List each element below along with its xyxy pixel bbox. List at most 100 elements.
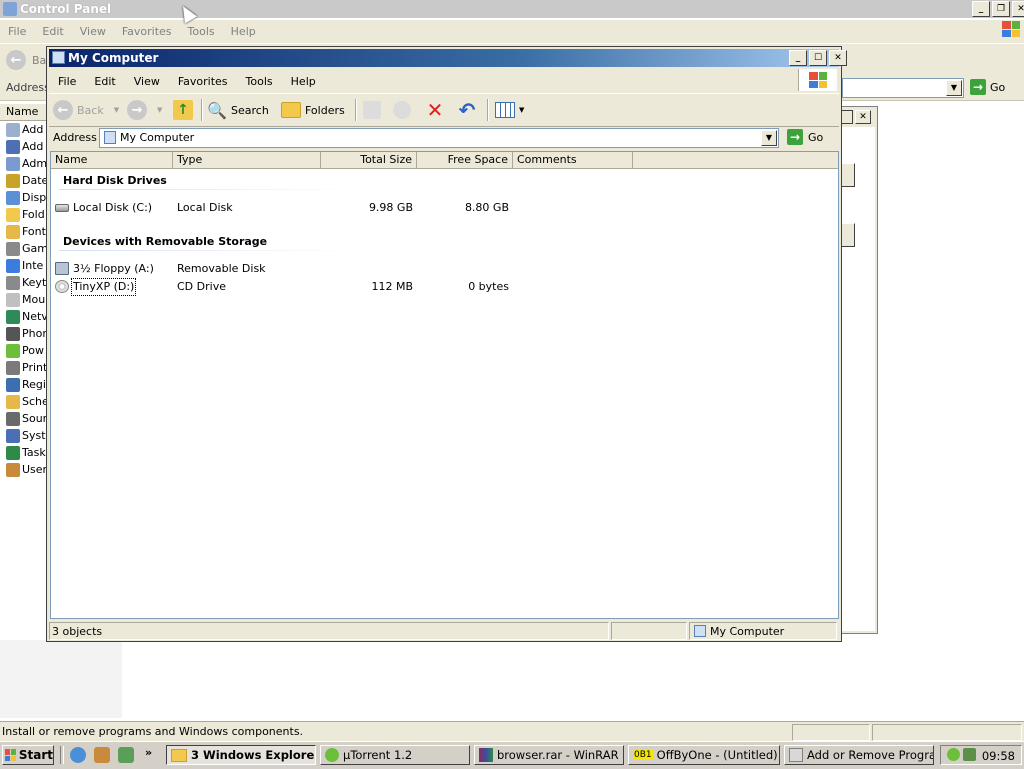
control-panel-item[interactable]: Print: [0, 359, 46, 376]
column-header-name[interactable]: Name: [51, 152, 173, 168]
close-button[interactable]: ✕: [855, 110, 871, 124]
menu-edit[interactable]: Edit: [85, 75, 124, 88]
control-panel-item[interactable]: Adm: [0, 155, 46, 172]
chevron-down-icon[interactable]: ▼: [114, 106, 119, 114]
up-folder-button[interactable]: ↑: [173, 98, 193, 122]
task-offbyone[interactable]: 0B1 OffByOne - (Untitled): [628, 745, 780, 765]
address-label: Address: [6, 81, 50, 94]
menu-edit[interactable]: Edit: [34, 25, 71, 38]
go-button[interactable]: → Go: [787, 129, 823, 145]
undo-button[interactable]: ↶: [457, 98, 477, 122]
menu-view[interactable]: View: [125, 75, 169, 88]
column-header-type[interactable]: Type: [173, 152, 321, 168]
drive-row-local-disk[interactable]: Local Disk (C:) Local Disk 9.98 GB 8.80 …: [51, 200, 838, 216]
task-windows-explorer[interactable]: 3 Windows Explorer ▼: [166, 745, 316, 765]
control-panel-item-label: Netv: [22, 310, 46, 323]
search-icon: 🔍: [207, 100, 227, 120]
move-to-button[interactable]: [363, 98, 381, 122]
go-button[interactable]: → Go: [970, 79, 1005, 95]
copy-to-button[interactable]: [393, 98, 411, 122]
restore-button[interactable]: ❐: [992, 1, 1010, 17]
drive-name: Local Disk (C:): [73, 201, 153, 214]
status-pane: [872, 724, 1022, 741]
column-header-total-size[interactable]: Total Size: [321, 152, 417, 168]
control-panel-item[interactable]: Syst: [0, 427, 46, 444]
chevron-down-icon: ▼: [519, 106, 525, 114]
minimize-button[interactable]: _: [789, 50, 807, 66]
back-button[interactable]: ← Back ▼: [53, 98, 119, 122]
address-dropdown-button[interactable]: ▼: [946, 80, 962, 96]
maximize-button[interactable]: ☐: [809, 50, 827, 66]
control-panel-item[interactable]: Fold: [0, 206, 46, 223]
back-arrow-icon[interactable]: ←: [6, 50, 26, 70]
control-panel-item[interactable]: Date: [0, 172, 46, 189]
file-list-view[interactable]: Name Type Total Size Free Space Comments…: [50, 151, 839, 619]
tools-icon[interactable]: [118, 747, 134, 763]
drive-row-cd[interactable]: TinyXP (D:) CD Drive 112 MB 0 bytes: [51, 278, 838, 296]
menu-favorites[interactable]: Favorites: [169, 75, 237, 88]
my-computer-title-bar[interactable]: My Computer _ ☐ ✕: [49, 49, 847, 67]
control-panel-item[interactable]: Add: [0, 138, 46, 155]
task-add-remove-programs[interactable]: Add or Remove Programs: [784, 745, 934, 765]
clock[interactable]: 09:58: [982, 749, 1015, 763]
status-pane: [611, 622, 687, 640]
forward-button[interactable]: → ▼: [127, 98, 162, 122]
address-field[interactable]: ▼: [842, 78, 964, 98]
back-label[interactable]: Ba: [32, 54, 46, 67]
column-header-name[interactable]: Name: [0, 104, 46, 121]
task-winrar[interactable]: browser.rar - WinRAR: [474, 745, 624, 765]
chevron-down-icon[interactable]: ▼: [157, 106, 162, 114]
control-panel-item[interactable]: Font: [0, 223, 46, 240]
delete-button[interactable]: ✕: [425, 98, 445, 122]
control-panel-item[interactable]: Disp: [0, 189, 46, 206]
utorrent-tray-icon[interactable]: [947, 748, 960, 761]
background-dialog[interactable]: ✕: [837, 106, 878, 634]
control-panel-item[interactable]: Netv: [0, 308, 46, 325]
minimize-button[interactable]: _: [972, 1, 990, 17]
menu-help[interactable]: Help: [282, 75, 325, 88]
control-panel-item[interactable]: Gam: [0, 240, 46, 257]
control-panel-title: Control Panel: [20, 2, 112, 16]
network-tray-icon[interactable]: [963, 748, 976, 761]
control-panel-item[interactable]: Mou: [0, 291, 46, 308]
control-panel-item[interactable]: Add: [0, 121, 46, 138]
column-header-free-space[interactable]: Free Space: [417, 152, 513, 168]
address-field[interactable]: My Computer ▼: [99, 128, 779, 148]
close-button[interactable]: ✕: [1012, 1, 1024, 17]
control-panel-empty-area: [0, 640, 122, 718]
control-panel-item[interactable]: Regi: [0, 376, 46, 393]
control-panel-item[interactable]: Sche: [0, 393, 46, 410]
task-label: OffByOne - (Untitled): [656, 748, 778, 762]
control-panel-item[interactable]: Phor: [0, 325, 46, 342]
control-panel-item[interactable]: User: [0, 461, 46, 478]
control-panel-item[interactable]: Pow: [0, 342, 46, 359]
search-button[interactable]: 🔍 Search: [207, 98, 269, 122]
recycle-bin-icon[interactable]: [94, 747, 110, 763]
address-dropdown-button[interactable]: ▼: [761, 130, 777, 146]
column-header-comments[interactable]: Comments: [513, 152, 633, 168]
quick-launch-chevron-icon[interactable]: »: [145, 746, 152, 759]
computer-icon: [104, 131, 116, 144]
drive-row-floppy[interactable]: 3½ Floppy (A:) Removable Disk: [51, 261, 838, 277]
start-button[interactable]: Start: [2, 745, 54, 765]
folders-button[interactable]: Folders: [281, 98, 345, 122]
menu-tools[interactable]: Tools: [180, 25, 223, 38]
menu-file[interactable]: File: [49, 75, 85, 88]
control-panel-item[interactable]: Sour: [0, 410, 46, 427]
control-panel-item[interactable]: Keyt: [0, 274, 46, 291]
task-label: browser.rar - WinRAR: [497, 748, 619, 762]
menu-help[interactable]: Help: [223, 25, 264, 38]
menu-tools[interactable]: Tools: [237, 75, 282, 88]
control-panel-item[interactable]: Task: [0, 444, 46, 461]
views-button[interactable]: ▼: [495, 98, 524, 122]
internet-explorer-icon[interactable]: [70, 747, 86, 763]
menu-view[interactable]: View: [72, 25, 114, 38]
control-panel-item[interactable]: Inte: [0, 257, 46, 274]
task-utorrent[interactable]: µTorrent 1.2: [320, 745, 470, 765]
menu-favorites[interactable]: Favorites: [114, 25, 180, 38]
hard-disk-icon: [55, 204, 69, 212]
back-arrow-icon: ←: [53, 100, 73, 120]
close-button[interactable]: ✕: [829, 50, 847, 66]
control-panel-title-bar[interactable]: Control Panel _ ❐ ✕: [0, 0, 1024, 18]
menu-file[interactable]: File: [0, 25, 34, 38]
